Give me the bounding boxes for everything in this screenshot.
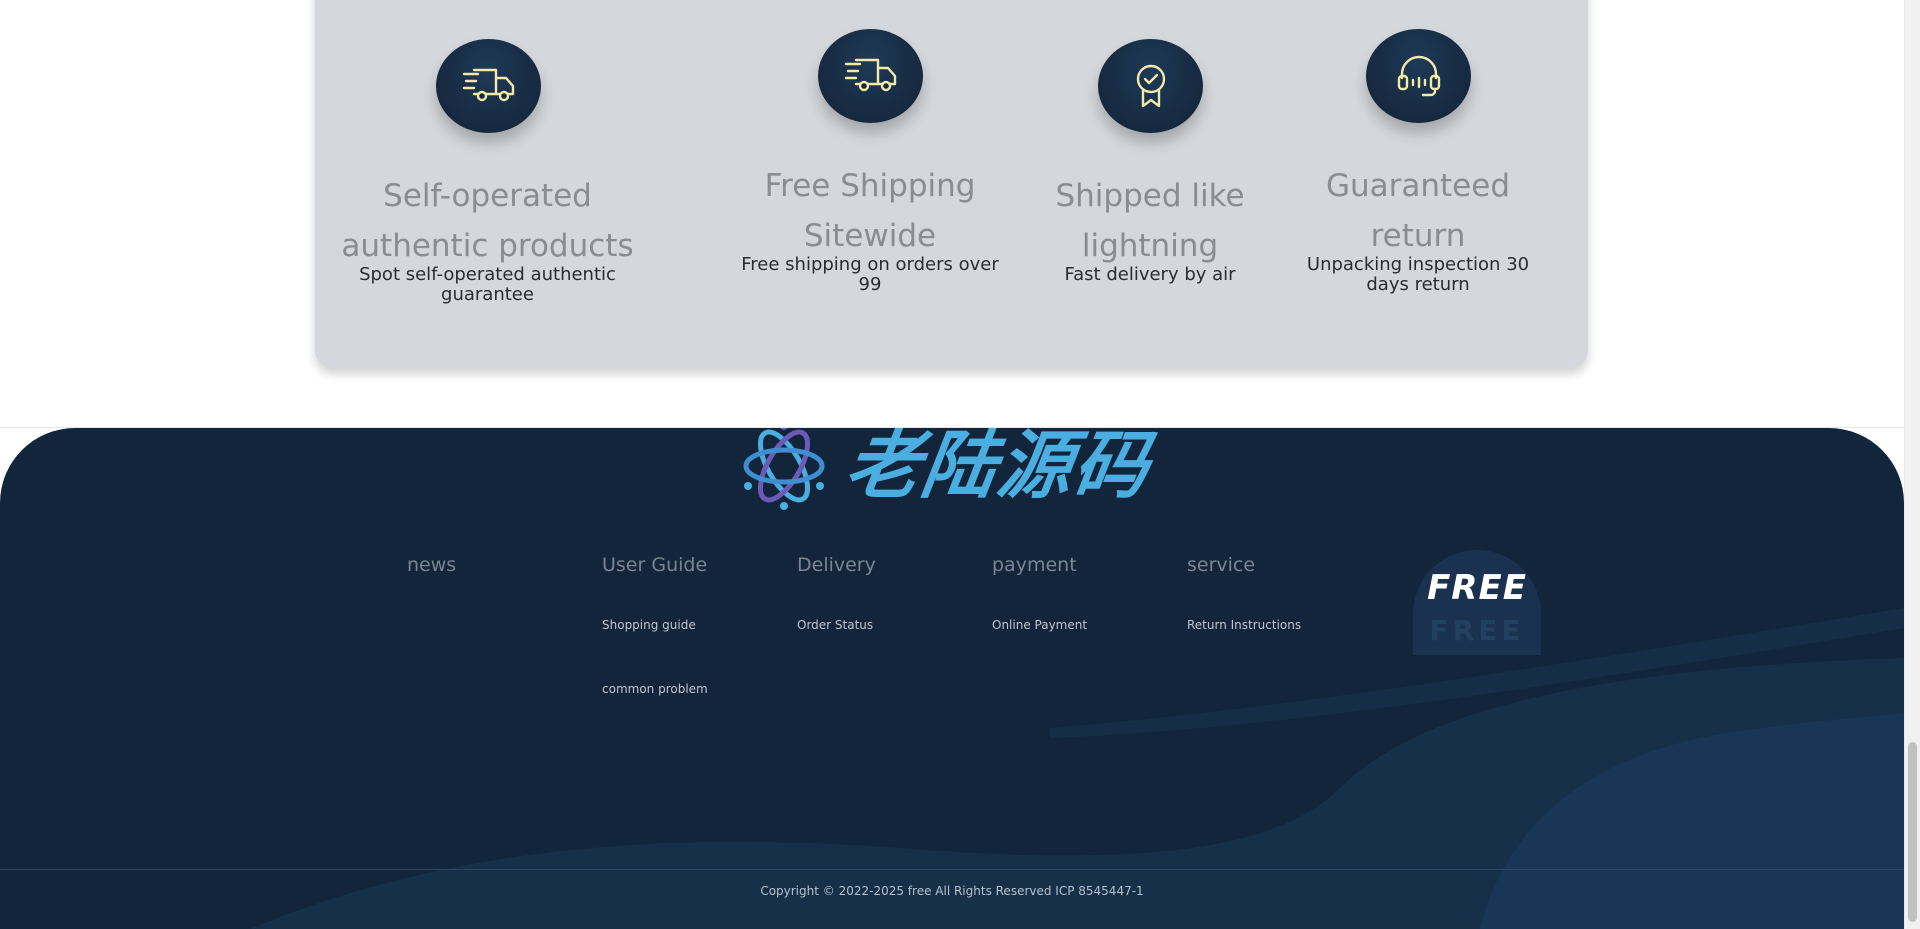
nav-heading[interactable]: User Guide [602, 553, 752, 577]
nav-heading[interactable]: payment [992, 553, 1142, 577]
fast-delivery-truck-icon [818, 29, 923, 123]
footer-nav-payment: payment Online Payment [992, 553, 1142, 753]
nav-heading[interactable]: Delivery [797, 553, 947, 577]
footer-divider [0, 869, 1904, 870]
feature-title: Free Shipping Sitewide [764, 168, 976, 254]
nav-heading[interactable]: service [1187, 553, 1337, 577]
brand-name: 老陆源码 [839, 428, 1157, 509]
footer-nav-service: service Return Instructions [1187, 553, 1337, 753]
nav-heading[interactable]: news [407, 553, 557, 577]
free-badge-shadow-text: FREE [1429, 614, 1525, 647]
footer-nav-user-guide: User Guide Shopping guide common problem [602, 553, 752, 753]
headset-icon [1366, 29, 1471, 123]
atom-logo-icon [743, 428, 825, 510]
feature-authentic: Self-operated authentic products Spot se… [310, 0, 665, 368]
nav-link-online-payment[interactable]: Online Payment [992, 617, 1087, 633]
page-scrollbar[interactable] [1904, 0, 1920, 929]
nav-link-common-problem[interactable]: common problem [602, 681, 708, 697]
features-card: Self-operated authentic products Spot se… [315, 0, 1588, 368]
nav-link-shopping-guide[interactable]: Shopping guide [602, 617, 696, 633]
site-footer: 老陆源码 news User Guide Shopping guide comm… [0, 428, 1904, 929]
delivery-truck-icon [436, 39, 541, 133]
feature-title: Self-operated authentic products [341, 178, 634, 264]
footer-nav-news: news [407, 553, 557, 753]
free-badge-text: FREE [1427, 568, 1527, 608]
nav-link-return-instructions[interactable]: Return Instructions [1187, 617, 1301, 633]
feature-description: Spot self-operated authentic guarantee [359, 264, 616, 305]
copyright-text: Copyright © 2022-2025 free All Rights Re… [760, 884, 1144, 898]
brand-logo[interactable]: 老陆源码 [740, 428, 1156, 514]
feature-description: Fast delivery by air [1064, 264, 1236, 285]
award-badge-icon [1098, 39, 1203, 133]
feature-title: Shipped like lightning [1055, 178, 1245, 264]
feature-description: Unpacking inspection 30 days return [1306, 254, 1530, 295]
scrollbar-thumb[interactable] [1908, 742, 1917, 922]
nav-link-order-status[interactable]: Order Status [797, 617, 873, 633]
feature-lightning: Shipped like lightning Fast delivery by … [1050, 0, 1250, 368]
feature-return: Guaranteed return Unpacking inspection 3… [1298, 0, 1538, 368]
feature-description: Free shipping on orders over 99 [741, 254, 999, 295]
footer-nav-delivery: Delivery Order Status [797, 553, 947, 753]
page: Self-operated authentic products Spot se… [0, 0, 1920, 929]
feature-title: Guaranteed return [1325, 168, 1511, 254]
feature-free-shipping: Free Shipping Sitewide Free shipping on … [740, 0, 1000, 368]
